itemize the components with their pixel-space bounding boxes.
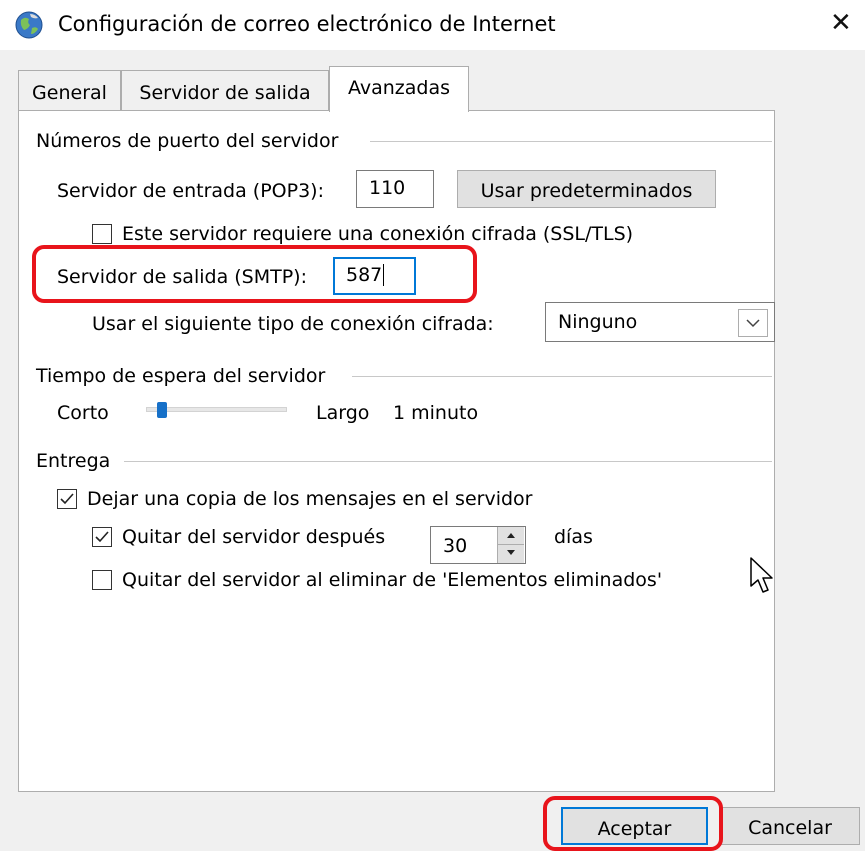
ports-section-divider <box>370 141 772 142</box>
timeout-long-label: Largo <box>316 402 370 424</box>
encryption-type-value: Ninguno <box>558 311 638 333</box>
remove-after-label: Quitar del servidor después <box>122 526 386 548</box>
text-caret: ​ <box>383 264 385 286</box>
remove-after-checkbox[interactable] <box>92 527 112 547</box>
remove-on-delete-label: Quitar del servidor al eliminar de 'Elem… <box>122 569 663 591</box>
timeout-section-title: Tiempo de espera del servidor <box>36 365 326 387</box>
days-label: días <box>554 526 593 548</box>
chevron-down-icon[interactable] <box>738 309 768 337</box>
tab-servidor-de-salida[interactable]: Servidor de salida <box>121 70 329 110</box>
delivery-section-title: Entrega <box>36 450 111 472</box>
incoming-port-input[interactable]: 110 <box>356 170 434 208</box>
stepper-buttons <box>497 527 524 563</box>
cancel-button[interactable]: Cancelar <box>720 807 860 845</box>
ssl-checkbox[interactable] <box>92 224 112 244</box>
mouse-pointer-icon <box>749 556 775 602</box>
checkmark-icon <box>60 493 74 505</box>
leave-copy-label: Dejar una copia de los mensajes en el se… <box>87 488 533 510</box>
use-defaults-button[interactable]: Usar predeterminados <box>457 170 716 208</box>
checkmark-icon <box>95 531 109 543</box>
tab-avanzadas[interactable]: Avanzadas <box>329 66 469 112</box>
ports-section-title: Números de puerto del servidor <box>36 130 339 152</box>
delivery-section-divider <box>124 461 772 462</box>
outgoing-server-label: Servidor de salida (SMTP): <box>57 266 307 288</box>
incoming-server-label: Servidor de entrada (POP3): <box>57 180 324 202</box>
remove-after-days-value: 30 <box>443 535 468 557</box>
leave-copy-checkbox[interactable] <box>57 489 77 509</box>
close-icon[interactable]: ✕ <box>830 8 852 38</box>
tab-panel <box>18 110 775 792</box>
ok-button[interactable]: Aceptar <box>561 807 708 845</box>
outgoing-port-value: 587 <box>346 264 383 286</box>
timeout-slider-track[interactable] <box>146 407 287 412</box>
remove-on-delete-checkbox[interactable] <box>92 570 112 590</box>
encryption-type-label: Usar el siguiente tipo de conexión cifra… <box>92 313 494 335</box>
spin-down-arrow-icon[interactable] <box>498 545 524 563</box>
internet-globe-icon <box>14 10 44 40</box>
spin-up-arrow-icon[interactable] <box>498 527 524 545</box>
ssl-checkbox-label: Este servidor requiere una conexión cifr… <box>122 223 634 245</box>
timeout-section-divider <box>352 376 772 377</box>
outgoing-port-input[interactable]: 587​ <box>333 257 416 295</box>
tab-general[interactable]: General <box>18 70 121 110</box>
timeout-short-label: Corto <box>57 402 109 424</box>
window-title: Configuración de correo electrónico de I… <box>58 12 556 36</box>
timeout-value: 1 minuto <box>393 402 479 424</box>
timeout-slider-thumb[interactable] <box>157 402 167 418</box>
